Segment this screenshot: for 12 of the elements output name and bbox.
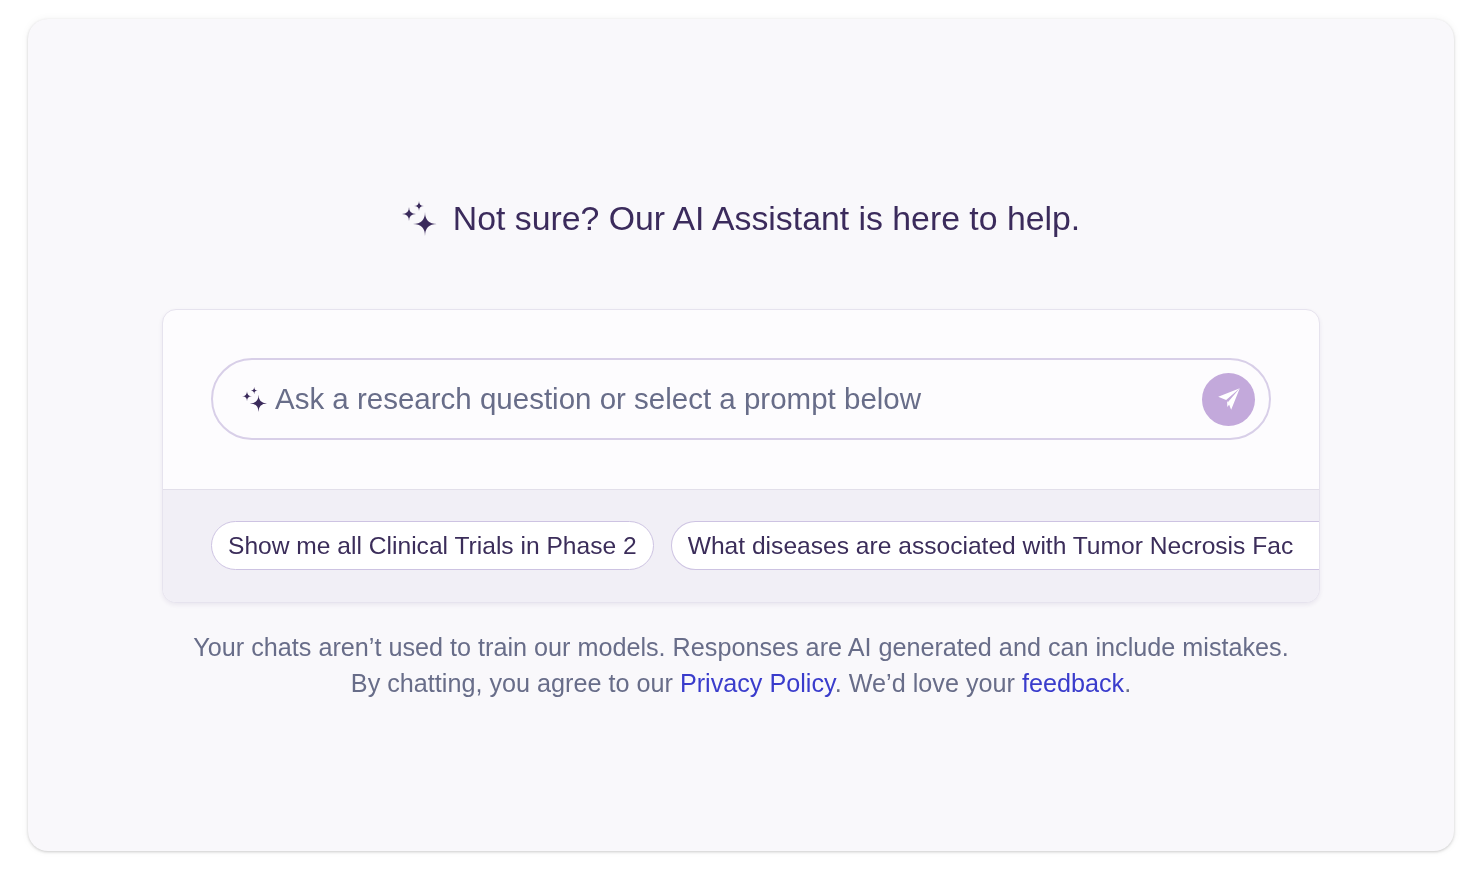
send-icon <box>1216 387 1241 411</box>
prompt-chip[interactable]: Show me all Clinical Trials in Phase 2 <box>211 521 654 570</box>
sparkle-icon <box>242 386 267 412</box>
prompt-bar[interactable]: Ask a research question or select a prompt below <box>211 358 1271 440</box>
assistant-heading: Not sure? Our AI Assistant is here to help. <box>452 198 1081 238</box>
prompt-chip[interactable]: What diseases are associated with Tumor Necrosis Fac <box>670 521 1319 570</box>
text-link[interactable]: feedback <box>1021 669 1125 697</box>
prompt-input[interactable]: Ask a research question or select a prompt below <box>275 379 1194 419</box>
send-button[interactable] <box>1202 372 1255 426</box>
consent-text: By chatting, you agree to our Privacy Policy. We’d love your feedback. <box>350 668 1132 699</box>
privacy-notice: Your chats aren’t used to train our models. Responses are AI generated and can include mistakes. <box>193 632 1289 663</box>
text-link[interactable]: Privacy Policy <box>679 669 835 697</box>
